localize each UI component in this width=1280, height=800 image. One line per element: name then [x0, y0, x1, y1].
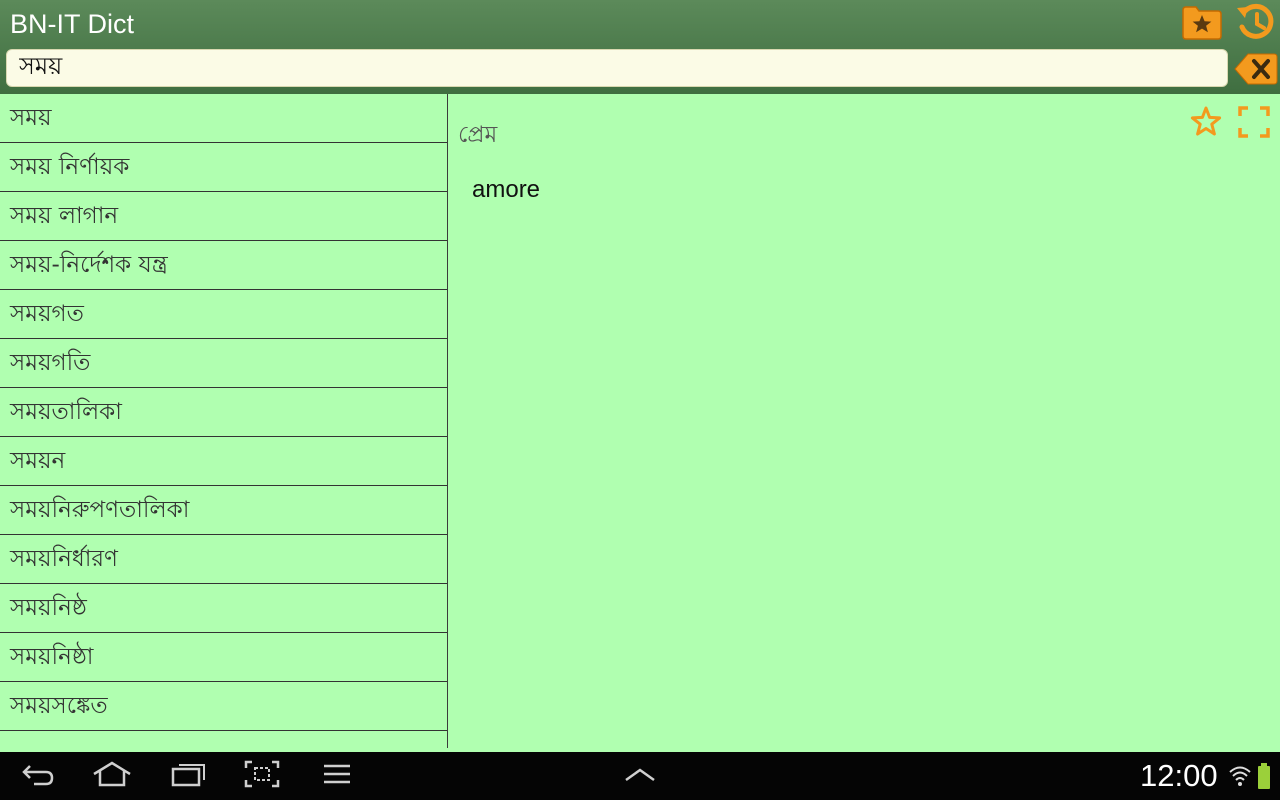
- word-list-item[interactable]: সময়-নির্দেশক যন্ত্র: [0, 241, 447, 290]
- word-list-item[interactable]: সময়: [0, 94, 447, 143]
- battery-icon: [1256, 762, 1272, 794]
- history-icon: [1235, 3, 1275, 45]
- word-list-item[interactable]: সময় নির্ণায়ক: [0, 143, 447, 192]
- search-input[interactable]: [7, 50, 1227, 86]
- fullscreen-icon: [1236, 106, 1272, 144]
- home-icon: [91, 760, 133, 792]
- word-list-item[interactable]: সময়নিষ্ঠ: [0, 584, 447, 633]
- system-nav-bar: 12:00: [0, 752, 1280, 800]
- recent-apps-button[interactable]: [168, 758, 208, 794]
- word-list-item[interactable]: সময়নিষ্ঠা: [0, 633, 447, 682]
- word-list-item[interactable]: সময়তালিকা: [0, 388, 447, 437]
- chevron-up-icon: [623, 764, 657, 788]
- word-list-item[interactable]: সময়ন: [0, 437, 447, 486]
- history-button[interactable]: [1233, 2, 1277, 46]
- back-icon: [20, 760, 56, 792]
- translation-text: amore: [472, 176, 541, 203]
- definition-pane: প্রেম amore: [448, 94, 1280, 748]
- clear-search-button[interactable]: [1234, 52, 1278, 86]
- recent-apps-icon: [169, 760, 207, 792]
- expand-up-button[interactable]: [622, 758, 658, 794]
- home-button[interactable]: [90, 758, 134, 794]
- word-list-item[interactable]: সময়গত: [0, 290, 447, 339]
- word-list-item[interactable]: সময়নিরুপণতালিকা: [0, 486, 447, 535]
- app-title: BN-IT Dict: [10, 9, 135, 39]
- word-list-item[interactable]: সময় লাগান: [0, 192, 447, 241]
- screenshot-button[interactable]: [244, 758, 280, 794]
- status-clock: 12:00: [1140, 758, 1218, 793]
- star-outline-icon: [1188, 106, 1224, 144]
- headword: প্রেম: [458, 122, 498, 148]
- word-list-item[interactable]: সময়নির্ধারণ: [0, 535, 447, 584]
- menu-button[interactable]: [320, 758, 354, 794]
- word-list-item[interactable]: সময়গতি: [0, 339, 447, 388]
- search-field[interactable]: [6, 49, 1228, 87]
- word-list[interactable]: সময় সময় নির্ণায়ক সময় লাগান সময়-নির্…: [0, 94, 448, 748]
- back-button[interactable]: [18, 758, 58, 794]
- clear-backspace-icon: [1234, 53, 1278, 90]
- wifi-icon: [1228, 764, 1252, 792]
- screenshot-icon: [244, 760, 280, 792]
- favorites-button[interactable]: [1180, 2, 1224, 46]
- star-folder-icon: [1181, 4, 1223, 44]
- word-list-item[interactable]: সময়সঙ্কেত: [0, 682, 447, 731]
- add-favorite-button[interactable]: [1188, 104, 1224, 140]
- menu-icon: [322, 762, 352, 790]
- app-header: BN-IT Dict: [0, 0, 1280, 94]
- fullscreen-button[interactable]: [1236, 104, 1272, 140]
